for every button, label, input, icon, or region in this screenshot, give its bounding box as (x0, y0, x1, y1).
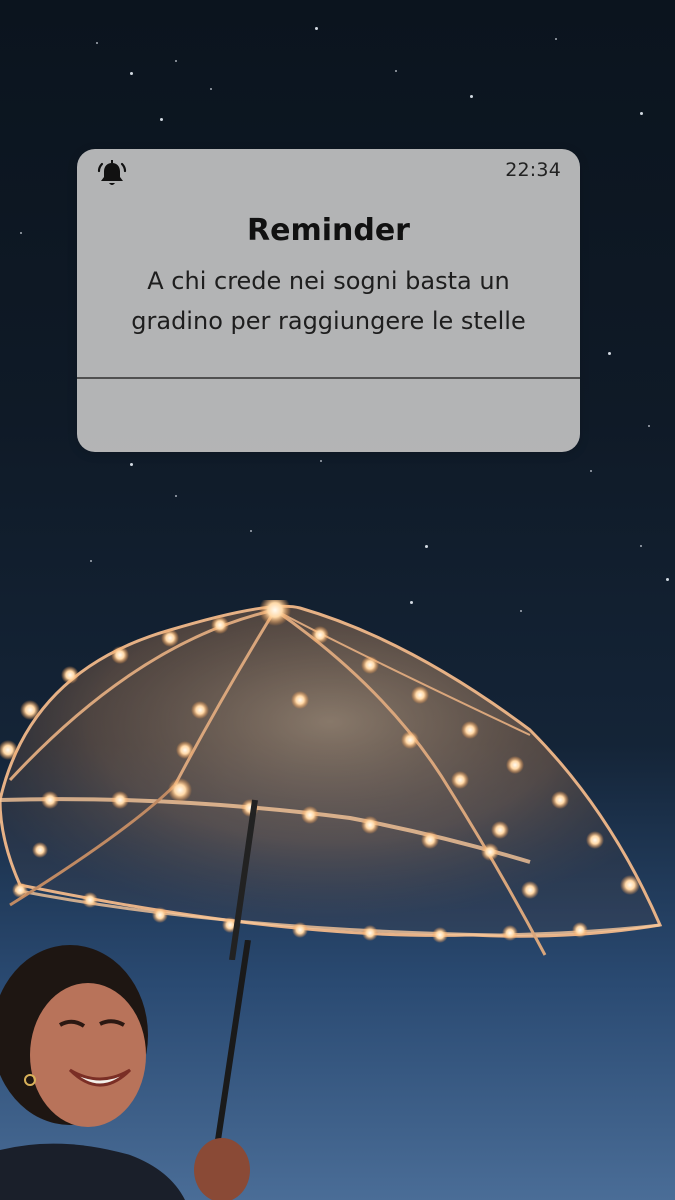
notification-title: Reminder (247, 213, 410, 248)
lit-umbrella (0, 600, 663, 960)
notification-divider (77, 377, 580, 379)
reminder-notification[interactable]: 22:34 Reminder A chi crede nei sogni bas… (77, 149, 580, 452)
lock-screen: 22:34 Reminder A chi crede nei sogni bas… (0, 0, 675, 1200)
alarm-bell-icon (97, 160, 127, 185)
smiling-person (0, 940, 251, 1200)
notification-time: 22:34 (505, 159, 561, 181)
notification-message: A chi crede nei sogni basta un gradino p… (131, 267, 526, 335)
